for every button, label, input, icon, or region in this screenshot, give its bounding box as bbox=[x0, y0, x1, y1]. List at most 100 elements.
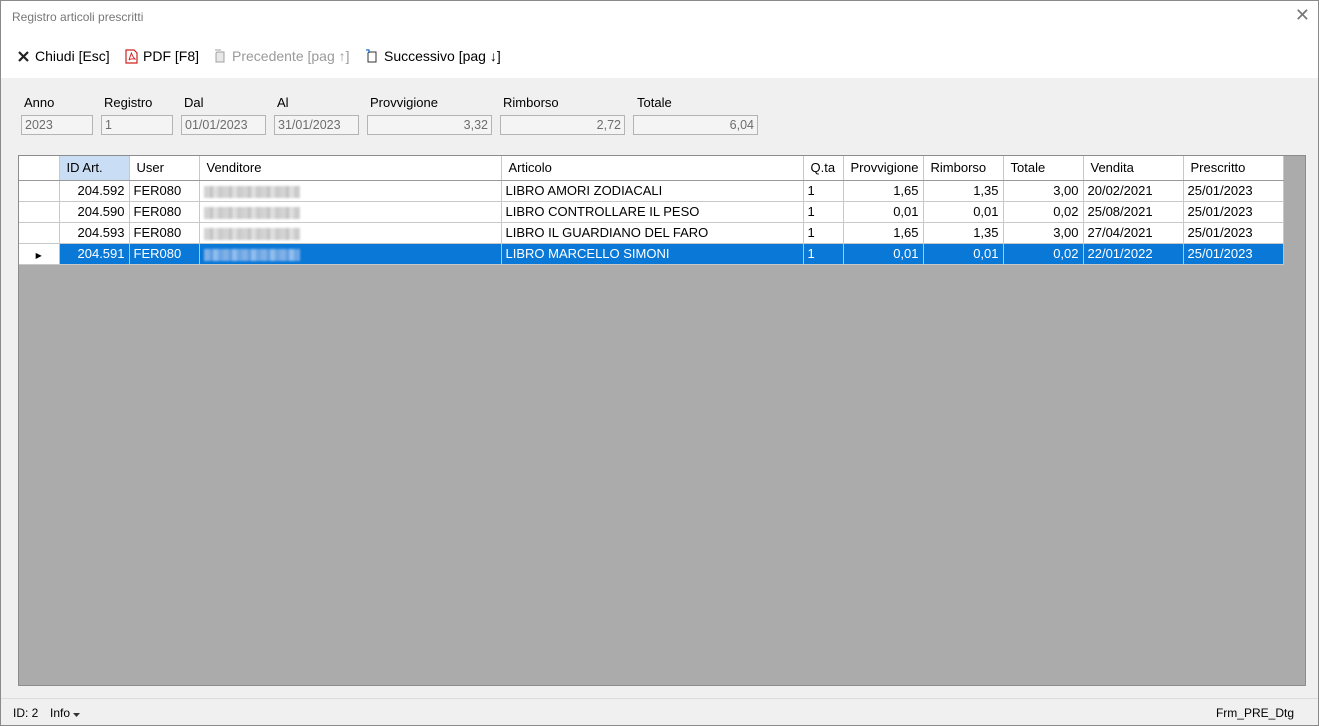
table-row[interactable]: 204.593 FER080 LIBRO IL GUARDIANO DEL FA… bbox=[19, 222, 1284, 244]
row-header-corner bbox=[19, 156, 60, 181]
cell-provvigione[interactable]: 0,01 bbox=[843, 201, 924, 223]
cell-vendita[interactable]: 25/08/2021 bbox=[1083, 201, 1184, 223]
row-header[interactable] bbox=[19, 201, 60, 223]
next-page-label: Successivo [pag ↓] bbox=[384, 48, 501, 64]
cell-vendita[interactable]: 22/01/2022 bbox=[1083, 243, 1184, 265]
al-date-field[interactable]: 31/01/2023 bbox=[274, 115, 359, 135]
dal-date-field[interactable]: 01/01/2023 bbox=[181, 115, 266, 135]
column-header-provvigione[interactable]: Provvigione bbox=[843, 156, 924, 181]
column-header-id[interactable]: ID Art. bbox=[59, 156, 130, 181]
cell-rimborso[interactable]: 1,35 bbox=[923, 222, 1004, 244]
cell-provvigione[interactable]: 1,65 bbox=[843, 180, 924, 202]
status-id: ID: 2 bbox=[13, 706, 39, 720]
cell-totale[interactable]: 0,02 bbox=[1003, 243, 1084, 265]
pdf-button-label: PDF [F8] bbox=[143, 48, 200, 64]
cell-prescritto[interactable]: 25/01/2023 bbox=[1183, 201, 1284, 223]
grid-table: ID Art. User Venditore Articolo Q.ta Pro… bbox=[19, 156, 1284, 265]
dialog-window: Registro articoli prescritti ✕ Chiudi [E… bbox=[0, 0, 1319, 726]
rimborso-label: Rimborso bbox=[503, 95, 559, 110]
cell-user[interactable]: FER080 bbox=[129, 243, 200, 265]
column-header-qta[interactable]: Q.ta bbox=[803, 156, 844, 181]
close-button[interactable]: Chiudi [Esc] bbox=[17, 47, 110, 65]
window-title: Registro articoli prescritti bbox=[12, 10, 144, 24]
current-row-arrow-icon: ▶ bbox=[35, 251, 42, 260]
cell-user[interactable]: FER080 bbox=[129, 222, 200, 244]
cell-totale[interactable]: 0,02 bbox=[1003, 201, 1084, 223]
table-row-selected[interactable]: ▶ 204.591 FER080 LIBRO MARCELLO SIMONI 1… bbox=[19, 243, 1284, 265]
redacted-seller-name bbox=[203, 248, 300, 261]
filter-panel: Anno 2023 Registro 1 Dal 01/01/2023 Al 3… bbox=[1, 78, 1318, 156]
cell-articolo[interactable]: LIBRO AMORI ZODIACALI bbox=[501, 180, 804, 202]
info-dropdown-label: Info bbox=[50, 706, 71, 720]
cell-qta[interactable]: 1 bbox=[803, 201, 844, 223]
toolbar: Chiudi [Esc] PDF [F8] Precedente [pag ↑]… bbox=[1, 33, 1318, 78]
redacted-seller-name bbox=[203, 206, 300, 219]
cell-prescritto[interactable]: 25/01/2023 bbox=[1183, 243, 1284, 265]
close-icon bbox=[17, 50, 30, 63]
column-header-vendita[interactable]: Vendita bbox=[1083, 156, 1184, 181]
cell-prescritto[interactable]: 25/01/2023 bbox=[1183, 222, 1284, 244]
pdf-icon bbox=[125, 48, 138, 64]
cell-qta[interactable]: 1 bbox=[803, 243, 844, 265]
cell-venditore[interactable] bbox=[199, 180, 502, 202]
dal-label: Dal bbox=[184, 95, 204, 110]
cell-vendita[interactable]: 27/04/2021 bbox=[1083, 222, 1184, 244]
totale-total-field[interactable]: 6,04 bbox=[633, 115, 758, 135]
anno-label: Anno bbox=[24, 95, 55, 110]
next-page-button[interactable]: Successivo [pag ↓] bbox=[365, 47, 501, 65]
cell-rimborso[interactable]: 1,35 bbox=[923, 180, 1004, 202]
redacted-seller-name bbox=[203, 227, 300, 240]
cell-venditore[interactable] bbox=[199, 222, 502, 244]
cell-rimborso[interactable]: 0,01 bbox=[923, 201, 1004, 223]
cell-rimborso[interactable]: 0,01 bbox=[923, 243, 1004, 265]
cell-articolo[interactable]: LIBRO IL GUARDIANO DEL FARO bbox=[501, 222, 804, 244]
column-header-totale[interactable]: Totale bbox=[1003, 156, 1084, 181]
previous-page-icon bbox=[213, 49, 227, 63]
cell-id[interactable]: 204.592 bbox=[59, 180, 130, 202]
cell-provvigione[interactable]: 1,65 bbox=[843, 222, 924, 244]
current-row-indicator[interactable]: ▶ bbox=[19, 243, 60, 265]
close-window-icon[interactable]: ✕ bbox=[1295, 6, 1310, 24]
totale-label: Totale bbox=[637, 95, 672, 110]
cell-qta[interactable]: 1 bbox=[803, 180, 844, 202]
al-label: Al bbox=[277, 95, 289, 110]
column-header-venditore[interactable]: Venditore bbox=[199, 156, 502, 181]
title-bar: Registro articoli prescritti ✕ bbox=[1, 1, 1318, 33]
cell-totale[interactable]: 3,00 bbox=[1003, 222, 1084, 244]
cell-id[interactable]: 204.593 bbox=[59, 222, 130, 244]
cell-venditore[interactable] bbox=[199, 243, 502, 265]
chevron-down-icon bbox=[73, 706, 81, 720]
cell-articolo[interactable]: LIBRO CONTROLLARE IL PESO bbox=[501, 201, 804, 223]
provvigione-total-field[interactable]: 3,32 bbox=[367, 115, 492, 135]
column-header-articolo[interactable]: Articolo bbox=[501, 156, 804, 181]
rimborso-total-field[interactable]: 2,72 bbox=[500, 115, 625, 135]
cell-user[interactable]: FER080 bbox=[129, 201, 200, 223]
next-page-icon bbox=[365, 49, 379, 63]
row-header[interactable] bbox=[19, 180, 60, 202]
info-dropdown[interactable]: Info bbox=[50, 706, 81, 720]
cell-provvigione[interactable]: 0,01 bbox=[843, 243, 924, 265]
status-bar: ID: 2 Info Frm_PRE_Dtg bbox=[1, 698, 1318, 726]
redacted-seller-name bbox=[203, 185, 300, 198]
cell-articolo[interactable]: LIBRO MARCELLO SIMONI bbox=[501, 243, 804, 265]
data-grid[interactable]: ID Art. User Venditore Articolo Q.ta Pro… bbox=[18, 155, 1306, 686]
pdf-button[interactable]: PDF [F8] bbox=[125, 47, 199, 65]
cell-qta[interactable]: 1 bbox=[803, 222, 844, 244]
column-header-prescritto[interactable]: Prescritto bbox=[1183, 156, 1284, 181]
anno-field[interactable]: 2023 bbox=[21, 115, 93, 135]
cell-venditore[interactable] bbox=[199, 201, 502, 223]
cell-user[interactable]: FER080 bbox=[129, 180, 200, 202]
table-row[interactable]: 204.592 FER080 LIBRO AMORI ZODIACALI 1 1… bbox=[19, 180, 1284, 202]
cell-totale[interactable]: 3,00 bbox=[1003, 180, 1084, 202]
cell-vendita[interactable]: 20/02/2021 bbox=[1083, 180, 1184, 202]
registro-field[interactable]: 1 bbox=[101, 115, 173, 135]
table-row[interactable]: 204.590 FER080 LIBRO CONTROLLARE IL PESO… bbox=[19, 201, 1284, 223]
cell-prescritto[interactable]: 25/01/2023 bbox=[1183, 180, 1284, 202]
cell-id[interactable]: 204.590 bbox=[59, 201, 130, 223]
row-header[interactable] bbox=[19, 222, 60, 244]
previous-page-button[interactable]: Precedente [pag ↑] bbox=[213, 47, 350, 65]
cell-id[interactable]: 204.591 bbox=[59, 243, 130, 265]
column-header-user[interactable]: User bbox=[129, 156, 200, 181]
column-header-rimborso[interactable]: Rimborso bbox=[923, 156, 1004, 181]
previous-page-label: Precedente [pag ↑] bbox=[232, 48, 350, 64]
